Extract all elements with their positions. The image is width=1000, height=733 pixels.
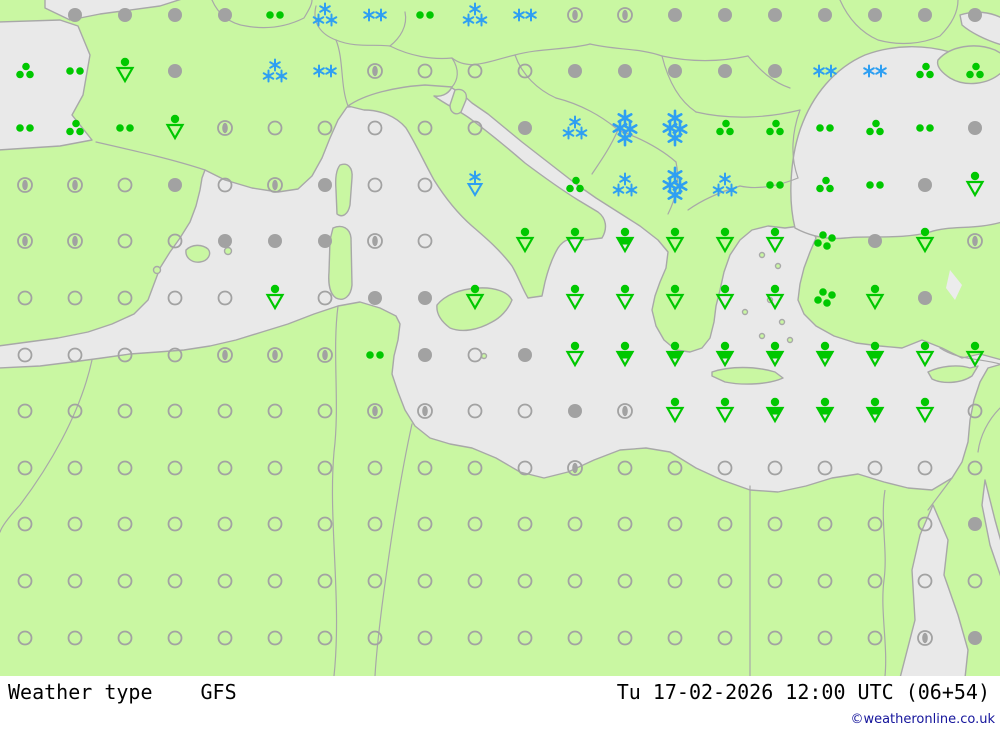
overcast-icon [168, 178, 182, 192]
overcast-icon [668, 8, 682, 22]
overcast-icon [718, 8, 732, 22]
overcast-icon [618, 64, 632, 78]
ibiza [152, 265, 162, 275]
copyright-link[interactable]: ©weatheronline.co.uk [850, 712, 995, 727]
overcast-icon [918, 8, 932, 22]
overcast-icon [168, 64, 182, 78]
overcast-icon [368, 291, 382, 305]
overcast-icon [518, 348, 532, 362]
overcast-icon [768, 8, 782, 22]
overcast-icon [168, 8, 182, 22]
overcast-icon [268, 234, 282, 248]
overcast-icon [818, 8, 832, 22]
overcast-icon [968, 121, 982, 135]
overcast-icon [218, 8, 232, 22]
model-label: GFS [200, 680, 237, 704]
overcast-icon [668, 64, 682, 78]
overcast-icon [518, 121, 532, 135]
overcast-icon [568, 64, 582, 78]
mediterranean-weather-map [0, 0, 1000, 676]
footer-bar: Weather type GFS Tu 17-02-2026 12:00 UTC… [0, 676, 1000, 733]
overcast-icon [868, 8, 882, 22]
minorca [223, 246, 233, 256]
mallorca [185, 244, 211, 263]
overcast-icon [968, 631, 982, 645]
overcast-icon [918, 178, 932, 192]
corsica [334, 163, 353, 217]
overcast-icon [968, 517, 982, 531]
overcast-icon [318, 234, 332, 248]
overcast-icon [568, 404, 582, 418]
overcast-icon [768, 64, 782, 78]
product-label: Weather type [8, 680, 153, 704]
overcast-icon [718, 64, 732, 78]
overcast-icon [868, 234, 882, 248]
overcast-icon [918, 291, 932, 305]
overcast-icon [968, 8, 982, 22]
overcast-icon [118, 8, 132, 22]
overcast-icon [68, 8, 82, 22]
overcast-icon [318, 178, 332, 192]
overcast-icon [418, 348, 432, 362]
footer-main-line: Weather type GFS Tu 17-02-2026 12:00 UTC… [8, 680, 990, 704]
valid-time-label: Tu 17-02-2026 12:00 UTC (06+54) [616, 680, 990, 704]
sardinia [328, 225, 353, 300]
overcast-icon [218, 234, 232, 248]
weather-map-page: Weather type GFS Tu 17-02-2026 12:00 UTC… [0, 0, 1000, 733]
overcast-icon [418, 291, 432, 305]
